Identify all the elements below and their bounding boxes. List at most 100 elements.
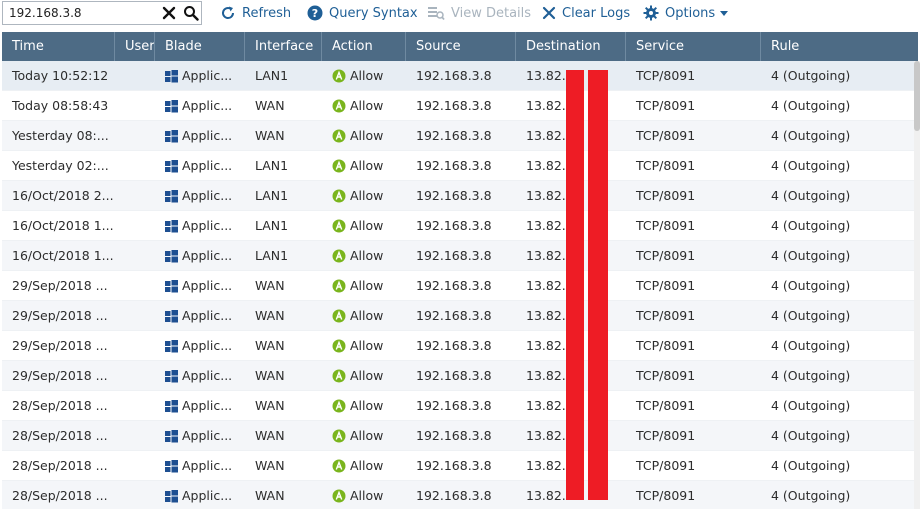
view-details-button[interactable]: View Details bbox=[427, 3, 531, 23]
blade-label: Applic... bbox=[182, 218, 233, 233]
cell-rule: 4 (Outgoing) bbox=[771, 458, 851, 473]
cell-blade: Applic... bbox=[155, 181, 245, 211]
column-header-interface[interactable]: Interface bbox=[245, 32, 322, 61]
column-header-blade[interactable]: Blade bbox=[155, 32, 245, 61]
table-row[interactable]: 16/Oct/2018 1... Applic... LAN1 Allow 192.16… bbox=[2, 211, 914, 241]
cell-source: 192.168.3.8 bbox=[416, 98, 492, 113]
cell-interface: LAN1 bbox=[255, 158, 289, 173]
blade-label: Applic... bbox=[182, 278, 233, 293]
search-icon[interactable] bbox=[183, 5, 199, 21]
cell-blade: Applic... bbox=[155, 211, 245, 241]
cell-user bbox=[115, 271, 155, 301]
scrollbar-thumb[interactable] bbox=[914, 61, 920, 131]
cell-action: Allow bbox=[322, 331, 406, 361]
cell-service: TCP/8091 bbox=[636, 398, 696, 413]
cell-interface: LAN1 bbox=[255, 188, 289, 203]
cell-service: TCP/8091 bbox=[636, 218, 696, 233]
table-row[interactable]: 16/Oct/2018 1... Applic... LAN1 Allow 192.16… bbox=[2, 241, 914, 271]
refresh-button[interactable]: Refresh bbox=[220, 3, 291, 23]
cell-time: 16/Oct/2018 1... bbox=[12, 248, 114, 263]
table-row[interactable]: Today 10:52:12 Applic... LAN1 Allow 192.168.… bbox=[2, 61, 914, 91]
cell-source: 192.168.3.8 bbox=[416, 458, 492, 473]
query-syntax-button[interactable]: ? Query Syntax bbox=[307, 3, 418, 23]
table-row[interactable]: 29/Sep/2018 ... Applic... WAN Allow 192.168.… bbox=[2, 361, 914, 391]
table-row[interactable]: 28/Sep/2018 ... Applic... WAN Allow 192.168.… bbox=[2, 451, 914, 481]
cell-blade: Applic... bbox=[155, 361, 245, 391]
table-row[interactable]: 29/Sep/2018 ... Applic... WAN Allow 192.168.… bbox=[2, 331, 914, 361]
cell-user bbox=[115, 421, 155, 451]
column-header-user[interactable]: User bbox=[115, 32, 155, 61]
cell-blade: Applic... bbox=[155, 151, 245, 181]
search-input[interactable] bbox=[9, 4, 149, 22]
table-row[interactable]: 28/Sep/2018 ... Applic... WAN Allow 192.168.… bbox=[2, 391, 914, 421]
column-header-source[interactable]: Source bbox=[406, 32, 516, 61]
cell-blade: Applic... bbox=[155, 121, 245, 151]
cell-service: TCP/8091 bbox=[636, 248, 696, 263]
allow-icon bbox=[332, 128, 350, 143]
table-row[interactable]: 28/Sep/2018 ... Applic... WAN Allow 192.168.… bbox=[2, 481, 914, 509]
cell-rule: 4 (Outgoing) bbox=[771, 488, 851, 503]
cell-rule: 4 (Outgoing) bbox=[771, 278, 851, 293]
cell-action: Allow bbox=[322, 61, 406, 91]
action-label: Allow bbox=[350, 458, 384, 473]
application-blade-icon bbox=[165, 308, 182, 323]
options-menu-button[interactable]: Options bbox=[643, 3, 729, 23]
application-blade-icon bbox=[165, 98, 182, 113]
search-box[interactable] bbox=[2, 1, 202, 25]
blade-label: Applic... bbox=[182, 488, 233, 503]
cell-service: TCP/8091 bbox=[636, 188, 696, 203]
application-blade-icon bbox=[165, 188, 182, 203]
action-label: Allow bbox=[350, 68, 384, 83]
column-header-rule[interactable]: Rule bbox=[761, 32, 918, 61]
cell-interface: WAN bbox=[255, 428, 285, 443]
view-details-icon bbox=[428, 7, 445, 21]
cell-user bbox=[115, 211, 155, 241]
allow-icon bbox=[332, 218, 350, 233]
cell-blade: Applic... bbox=[155, 481, 245, 509]
cell-blade: Applic... bbox=[155, 331, 245, 361]
cell-interface: LAN1 bbox=[255, 68, 289, 83]
cell-interface: WAN bbox=[255, 458, 285, 473]
cell-service: TCP/8091 bbox=[636, 338, 696, 353]
allow-icon bbox=[332, 488, 350, 503]
application-blade-icon bbox=[165, 368, 182, 383]
cell-action: Allow bbox=[322, 241, 406, 271]
redaction-bar bbox=[588, 70, 608, 500]
table-row[interactable]: Yesterday 02:... Applic... LAN1 Allow 192.16… bbox=[2, 151, 914, 181]
table-row[interactable]: 29/Sep/2018 ... Applic... WAN Allow 192.168.… bbox=[2, 301, 914, 331]
column-header-time[interactable]: Time bbox=[2, 32, 115, 61]
cell-service: TCP/8091 bbox=[636, 368, 696, 383]
table-row[interactable]: 29/Sep/2018 ... Applic... WAN Allow 192.168.… bbox=[2, 271, 914, 301]
table-row[interactable]: Today 08:58:43 Applic... WAN Allow 192.168.3… bbox=[2, 91, 914, 121]
table-row[interactable]: 16/Oct/2018 2... Applic... LAN1 Allow 192.16… bbox=[2, 181, 914, 211]
cell-user bbox=[115, 391, 155, 421]
application-blade-icon bbox=[165, 338, 182, 353]
cell-blade: Applic... bbox=[155, 241, 245, 271]
cell-time: 29/Sep/2018 ... bbox=[12, 308, 108, 323]
cell-action: Allow bbox=[322, 181, 406, 211]
column-header-action[interactable]: Action bbox=[322, 32, 406, 61]
logs-grid: Time User Blade Interface Action Source … bbox=[2, 32, 918, 509]
cell-action: Allow bbox=[322, 211, 406, 241]
blade-label: Applic... bbox=[182, 308, 233, 323]
cell-time: 28/Sep/2018 ... bbox=[12, 458, 108, 473]
table-row[interactable]: Yesterday 08:... Applic... WAN Allow 192.168… bbox=[2, 121, 914, 151]
cell-time: 29/Sep/2018 ... bbox=[12, 338, 108, 353]
clear-logs-button[interactable]: Clear Logs bbox=[542, 3, 630, 23]
blade-label: Applic... bbox=[182, 368, 233, 383]
cell-blade: Applic... bbox=[155, 91, 245, 121]
clear-search-icon[interactable] bbox=[161, 5, 177, 21]
column-header-service[interactable]: Service bbox=[626, 32, 761, 61]
cell-interface: WAN bbox=[255, 368, 285, 383]
allow-icon bbox=[332, 458, 350, 473]
application-blade-icon bbox=[165, 488, 182, 503]
cell-service: TCP/8091 bbox=[636, 128, 696, 143]
action-label: Allow bbox=[350, 248, 384, 263]
cell-rule: 4 (Outgoing) bbox=[771, 398, 851, 413]
table-row[interactable]: 28/Sep/2018 ... Applic... WAN Allow 192.168.… bbox=[2, 421, 914, 451]
cell-source: 192.168.3.8 bbox=[416, 188, 492, 203]
application-blade-icon bbox=[165, 68, 182, 83]
application-blade-icon bbox=[165, 218, 182, 233]
cell-time: Today 10:52:12 bbox=[12, 68, 109, 83]
column-header-destination[interactable]: Destination bbox=[516, 32, 626, 61]
